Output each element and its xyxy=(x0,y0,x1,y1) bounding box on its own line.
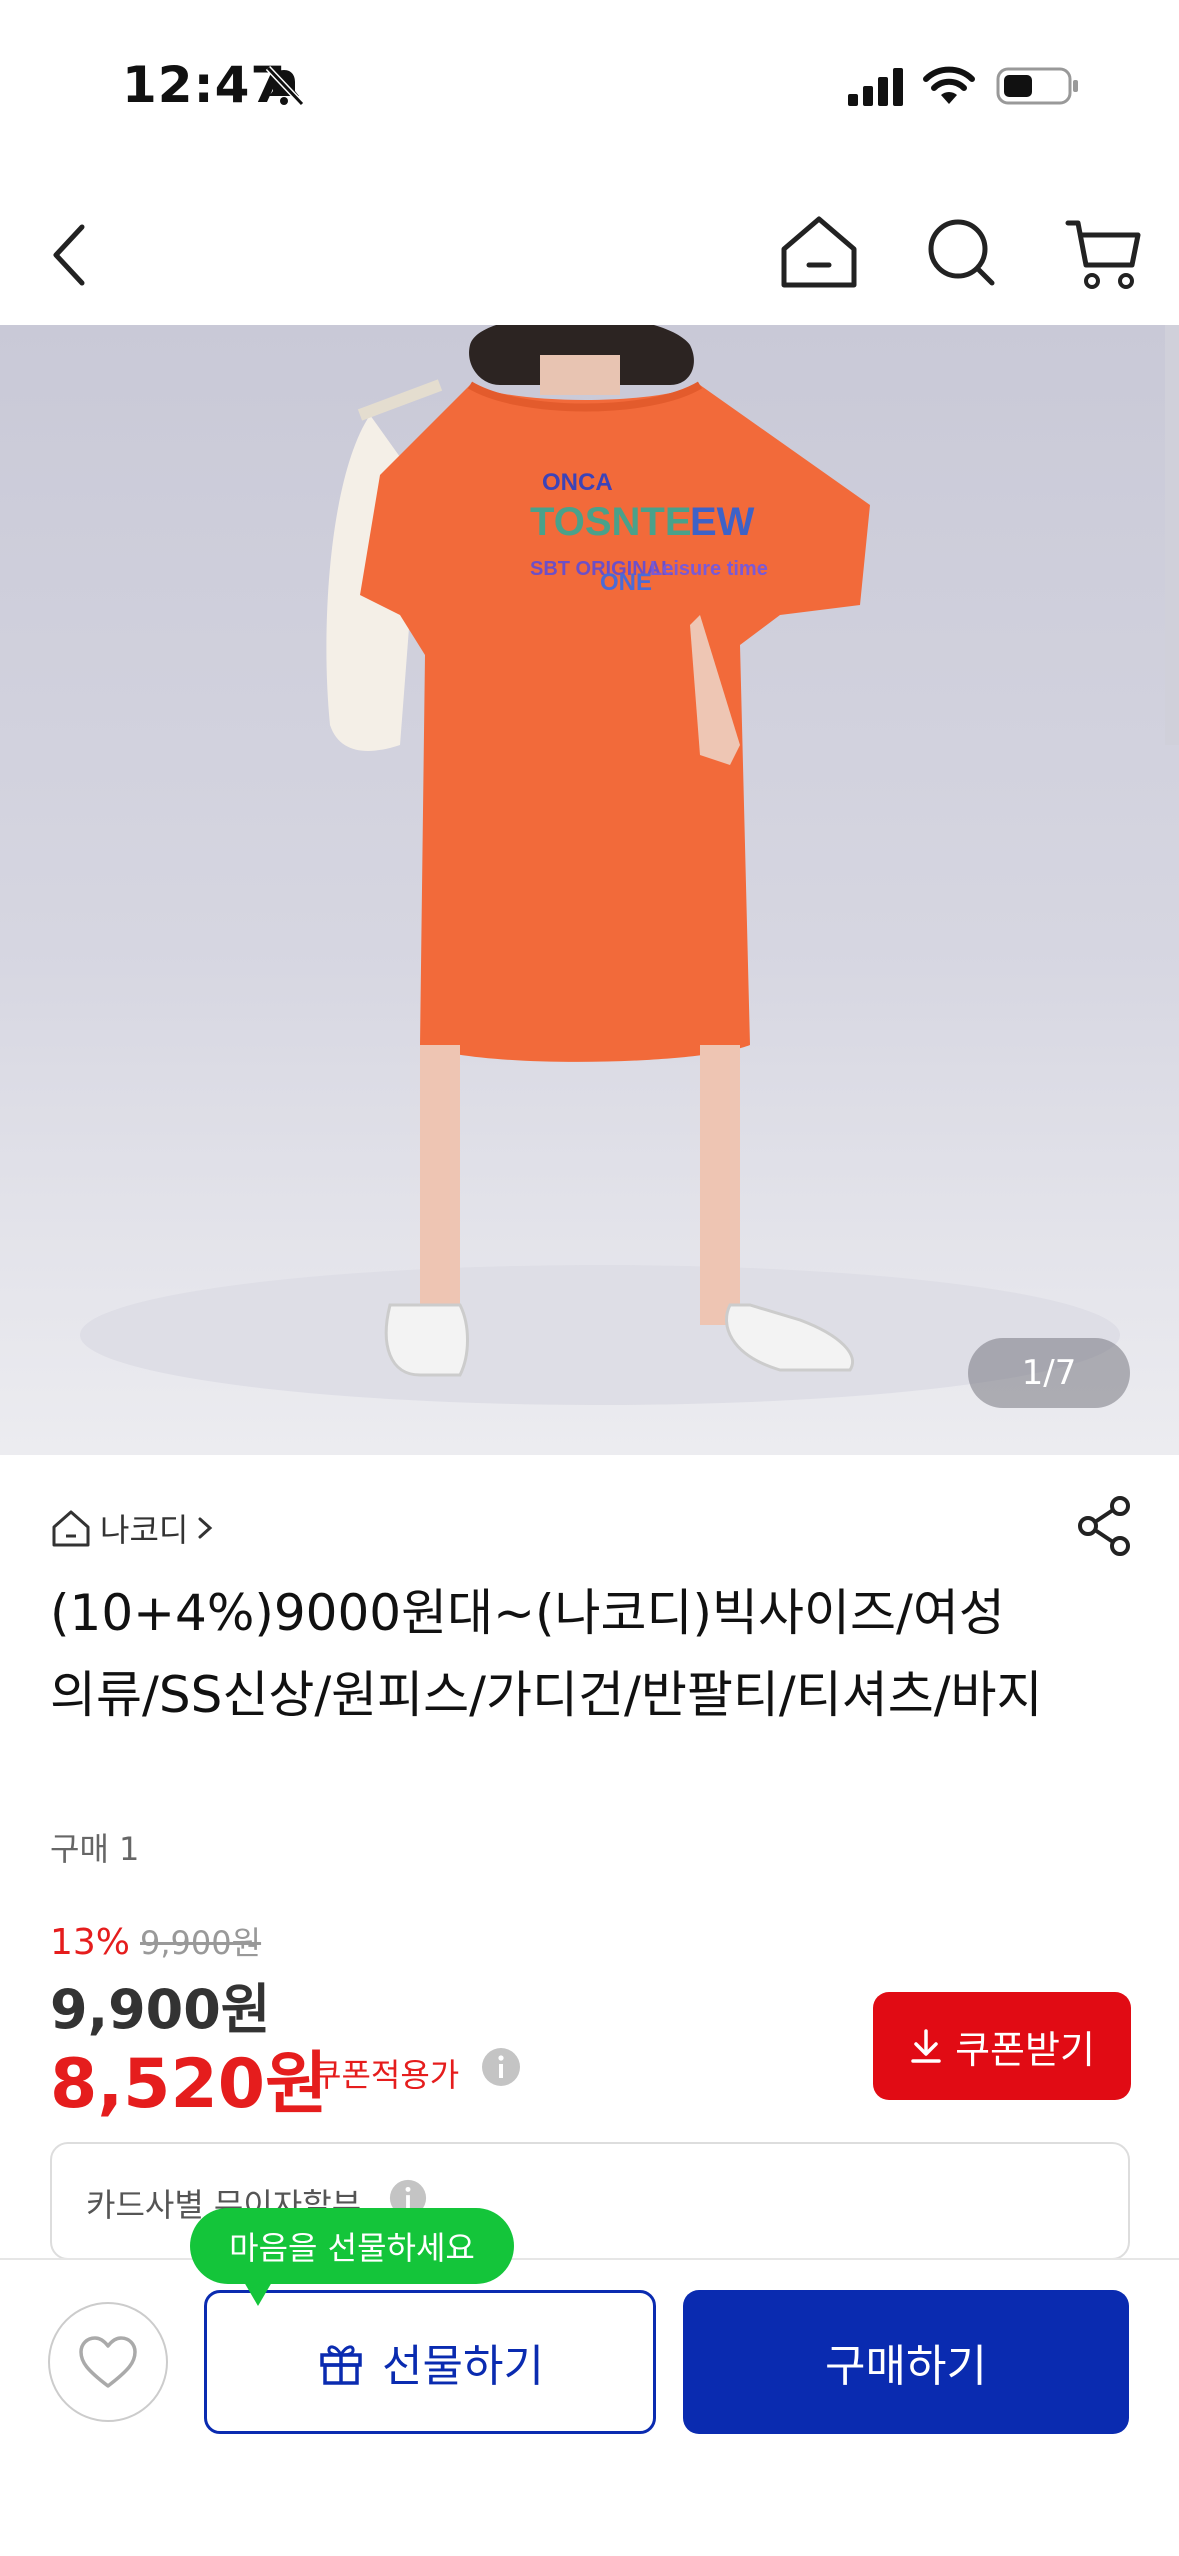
product-title: (10+4%)9000원대~(나코디)빅사이즈/여성의류/SS신상/원피스/가디… xyxy=(50,1584,1043,1724)
product-photo: ONCA TOSNTE EW SBT ORIGINAL ONE Leisure … xyxy=(80,325,1179,1405)
gift-button[interactable]: 선물하기 xyxy=(204,2290,656,2434)
coupon-download-button[interactable]: 쿠폰받기 xyxy=(873,1992,1131,2100)
coupon-button-label: 쿠폰받기 xyxy=(955,2027,1095,2072)
heart-icon xyxy=(79,2336,137,2388)
gift-tooltip-text: 마음을 선물하세요 xyxy=(229,2229,475,2267)
like-button[interactable] xyxy=(48,2302,168,2422)
gift-icon xyxy=(320,2345,362,2385)
chevron-right-icon xyxy=(198,1517,213,1539)
cart-icon[interactable] xyxy=(1064,209,1144,295)
svg-text:ONCA: ONCA xyxy=(542,469,613,496)
nav-bar xyxy=(0,185,1179,325)
seller-link[interactable]: 나코디 xyxy=(50,1500,216,1556)
svg-text:EW: EW xyxy=(690,500,755,544)
info-icon[interactable] xyxy=(480,2046,522,2088)
product-image[interactable]: ONCA TOSNTE EW SBT ORIGINAL ONE Leisure … xyxy=(0,325,1179,1455)
share-icon[interactable] xyxy=(1074,1494,1134,1558)
svg-text:Leisure time: Leisure time xyxy=(650,558,768,580)
home-icon[interactable] xyxy=(776,209,862,295)
gift-tooltip: 마음을 선물하세요 xyxy=(190,2208,514,2306)
gift-button-label: 선물하기 xyxy=(382,2341,544,2392)
bell-off-icon xyxy=(265,65,305,107)
buy-button-label: 구매하기 xyxy=(825,2341,987,2392)
seller-name: 나코디 xyxy=(100,1511,189,1549)
original-price: 9,900원 xyxy=(140,1924,262,1962)
wifi-icon xyxy=(923,66,975,104)
discount-rate: 13% xyxy=(50,1922,131,1963)
search-icon[interactable] xyxy=(922,209,1002,295)
svg-text:TOSNTE: TOSNTE xyxy=(530,500,692,544)
shop-icon xyxy=(52,1510,90,1547)
discount-row: 13% 9,900원 xyxy=(50,1918,261,1964)
download-icon xyxy=(911,2029,941,2063)
purchase-count: 구매 1 xyxy=(50,1830,140,1868)
image-counter: 1/7 xyxy=(968,1338,1130,1408)
coupon-price: 8,520원 xyxy=(50,2045,328,2124)
battery-icon xyxy=(996,67,1078,105)
bottom-action-bar: 선물하기 구매하기 xyxy=(0,2258,1179,2556)
coupon-price-label: 쿠폰적용가 xyxy=(312,2056,460,2094)
svg-text:ONE: ONE xyxy=(600,569,652,596)
status-bar: 12:47 xyxy=(0,0,1179,170)
buy-button[interactable]: 구매하기 xyxy=(683,2290,1129,2434)
back-icon[interactable] xyxy=(44,215,100,295)
signal-icon xyxy=(848,68,903,106)
